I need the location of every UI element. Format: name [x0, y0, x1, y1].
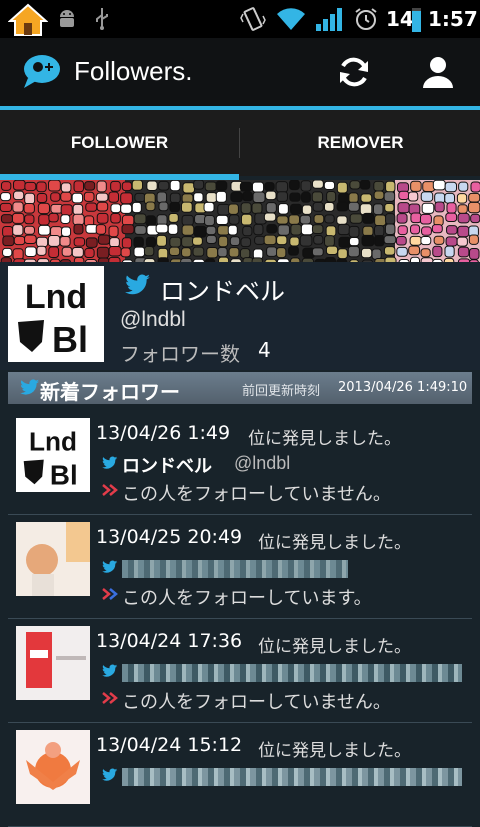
- new-followers-header: 新着フォロワー 前回更新時刻 2013/04/26 1:49:10: [8, 372, 472, 404]
- not-following-arrows-icon: [102, 484, 118, 496]
- follow-status: この人をフォローしています。: [122, 588, 372, 609]
- refresh-icon[interactable]: [334, 52, 374, 92]
- last-update-label: 前回更新時刻: [242, 384, 321, 399]
- follower-row[interactable]: 13/04/24 15:12 位に発見しました。: [8, 722, 472, 827]
- home-icon[interactable]: [8, 3, 48, 36]
- android-debug-icon: [60, 10, 74, 27]
- follower-avatar: [16, 626, 90, 700]
- twitter-bird-icon: [102, 560, 118, 573]
- twitter-bird-icon: [102, 768, 118, 781]
- profile-handle: @lndbl: [120, 308, 186, 331]
- profile-banner-image: [0, 180, 480, 262]
- follower-row[interactable]: 13/04/24 17:36 位に発見しました。 この人をフォローしていません。: [8, 618, 472, 723]
- follower-name-redacted: [122, 664, 462, 682]
- last-update-time: 2013/04/26 1:49:10: [338, 380, 468, 395]
- profile-name: ロンドベル: [160, 277, 286, 306]
- follow-status: この人をフォローしていません。: [122, 692, 391, 713]
- action-bar: Followers.: [0, 38, 480, 106]
- svg-text:Lnd: Lnd: [25, 278, 87, 316]
- follower-name-redacted: [122, 768, 462, 786]
- clock: 1:57: [428, 7, 478, 31]
- follower-row[interactable]: Lnd Bl 13/04/26 1:49 位に発見しました。 ロンドベル @ln…: [8, 410, 472, 515]
- not-following-arrows-icon: [102, 692, 118, 704]
- twitter-bird-icon: [20, 379, 40, 395]
- app-title: Followers.: [74, 56, 193, 86]
- follower-avatar: [16, 522, 90, 596]
- profile-card: Lnd Bl ロンドベル @lndbl フォロワー数 4: [0, 262, 480, 370]
- twitter-bird-icon: [102, 456, 118, 469]
- follower-count-label: フォロワー数: [120, 342, 240, 366]
- battery-icon: [412, 8, 421, 32]
- follow-status: この人をフォローしていません。: [122, 484, 391, 505]
- found-date: 13/04/26 1:49: [96, 422, 231, 444]
- following-arrows-icon: [102, 588, 118, 600]
- follower-avatar: [16, 730, 90, 804]
- found-text: 位に発見しました。: [258, 533, 411, 553]
- found-date: 13/04/24 17:36: [96, 630, 243, 652]
- battery-level: 14: [386, 7, 414, 31]
- person-icon[interactable]: [420, 54, 456, 90]
- svg-text:Bl: Bl: [50, 459, 78, 490]
- follower-handle: @lndbl: [234, 453, 291, 473]
- follower-row[interactable]: 13/04/25 20:49 位に発見しました。 この人をフォローしています。: [8, 514, 472, 619]
- svg-text:Lnd: Lnd: [29, 426, 77, 456]
- twitter-bird-icon: [102, 664, 118, 677]
- vibrate-icon: [240, 7, 266, 31]
- tab-divider: [239, 128, 240, 158]
- alarm-icon: [355, 8, 377, 30]
- twitter-bird-icon: [125, 274, 150, 295]
- profile-avatar[interactable]: Lnd Bl: [8, 266, 104, 362]
- status-bar: 14 1:57: [0, 0, 480, 38]
- found-date: 13/04/24 15:12: [96, 734, 243, 756]
- signal-icon: [316, 8, 342, 31]
- svg-text:Bl: Bl: [52, 319, 88, 360]
- found-date: 13/04/25 20:49: [96, 526, 243, 548]
- tab-remover[interactable]: REMOVER: [241, 110, 480, 176]
- follower-name-redacted: [122, 560, 348, 578]
- follower-count: 4: [258, 338, 271, 362]
- tab-bar: FOLLOWER REMOVER: [0, 110, 480, 176]
- usb-icon: [96, 8, 108, 30]
- app-logo-icon[interactable]: [22, 54, 62, 90]
- found-text: 位に発見しました。: [258, 741, 411, 761]
- found-text: 位に発見しました。: [258, 637, 411, 657]
- tab-follower[interactable]: FOLLOWER: [0, 110, 239, 176]
- follower-name: ロンドベル: [122, 456, 212, 477]
- found-text: 位に発見しました。: [248, 429, 401, 449]
- wifi-icon: [277, 8, 305, 30]
- follower-avatar: Lnd Bl: [16, 418, 90, 492]
- section-title: 新着フォロワー: [40, 380, 180, 404]
